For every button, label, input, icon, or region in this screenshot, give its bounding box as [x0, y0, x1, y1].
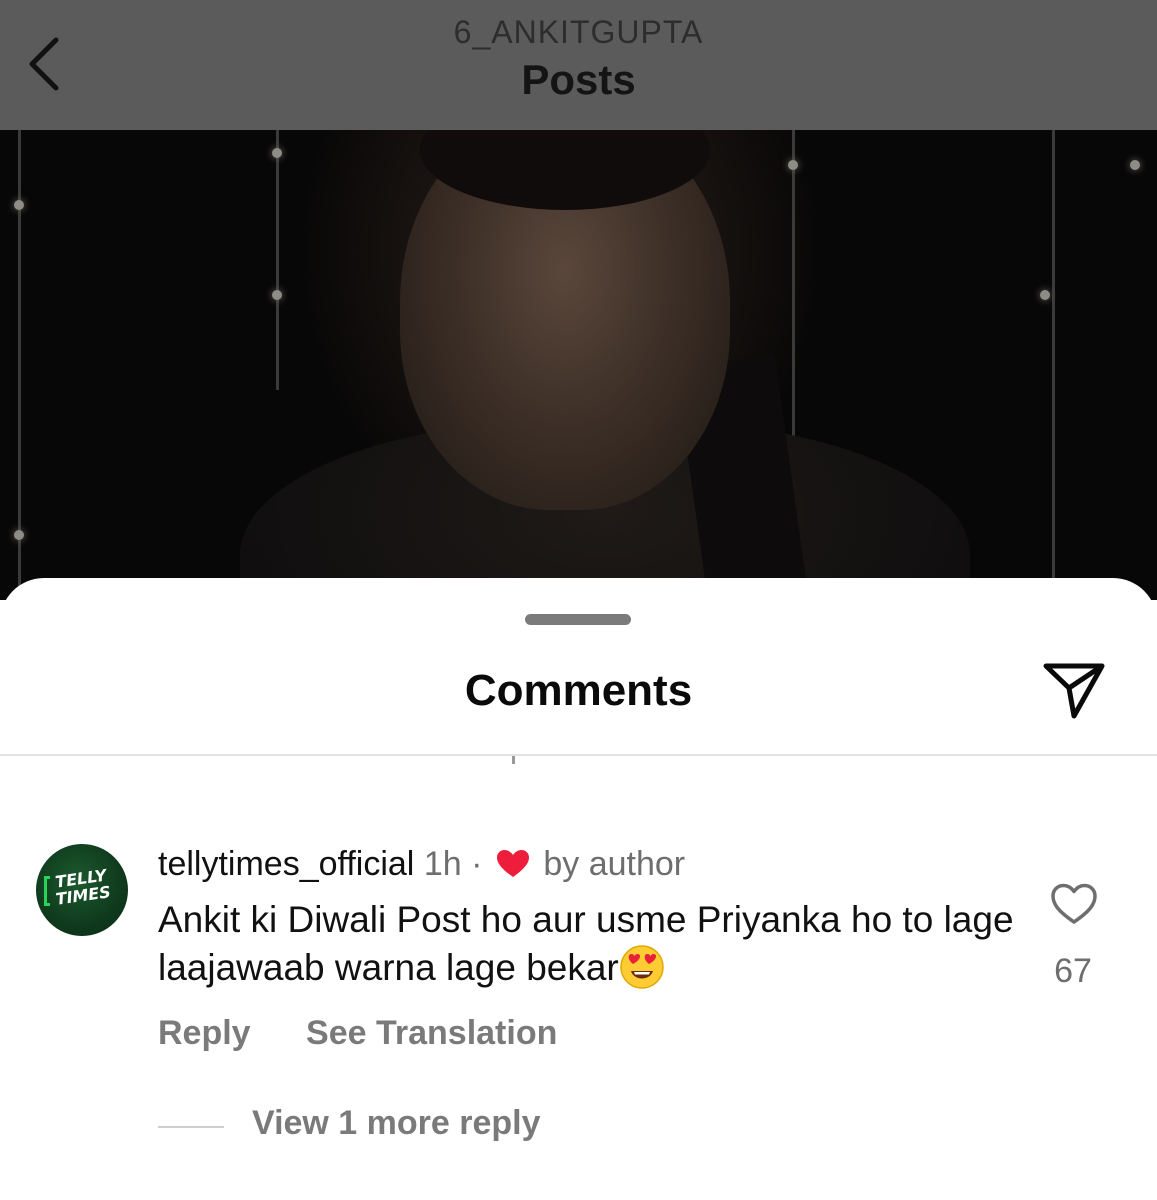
comment-time: 1h [423, 845, 462, 883]
reply-button[interactable]: Reply [158, 1014, 251, 1052]
string-light [1052, 130, 1055, 600]
light-bulb [272, 148, 282, 158]
like-count: 67 [1054, 952, 1092, 990]
paper-plane-icon[interactable] [1040, 658, 1108, 722]
comment-header: tellytimes_official 1h · by author [158, 844, 685, 884]
replies-line [158, 1126, 224, 1128]
sheet-divider [0, 754, 1157, 756]
light-bulb [1040, 290, 1050, 300]
comment-username[interactable]: tellytimes_official [158, 845, 414, 883]
top-bar: 6_ANKITGUPTA Posts [0, 0, 1157, 130]
sheet-grabber[interactable] [525, 614, 631, 625]
sheet-title: Comments [464, 666, 693, 715]
light-bulb [1130, 160, 1140, 170]
scroll-marker [512, 756, 515, 764]
post-photo [0, 130, 1157, 600]
light-bulb [14, 200, 24, 210]
comment-body: Ankit ki Diwali Post ho aur usme Priyank… [158, 896, 1018, 992]
heart-filled-icon [496, 850, 529, 877]
avatar[interactable]: TELLY TIMES [36, 844, 128, 936]
comment-text: Ankit ki Diwali Post ho aur usme Priyank… [158, 899, 1014, 988]
string-light [276, 130, 279, 390]
light-bulb [14, 530, 24, 540]
view-more-replies-button[interactable]: View 1 more reply [252, 1104, 541, 1143]
comments-sheet: Comments TELLY TIMES tellytimes_official… [0, 578, 1157, 1200]
light-bulb [272, 290, 282, 300]
heart-eyes-emoji-icon [620, 945, 664, 989]
light-bulb [788, 160, 798, 170]
telly-times-logo: TELLY TIMES [36, 864, 128, 910]
heart-outline-icon[interactable] [1050, 882, 1098, 926]
liked-by-author: by author [543, 845, 686, 883]
page-title: Posts [521, 56, 636, 103]
comment-actions: Reply See Translation [158, 1014, 557, 1053]
account-name[interactable]: 6_ANKITGUPTA [0, 14, 1157, 51]
see-translation-button[interactable]: See Translation [306, 1014, 557, 1052]
meta-separator: · [471, 845, 483, 883]
